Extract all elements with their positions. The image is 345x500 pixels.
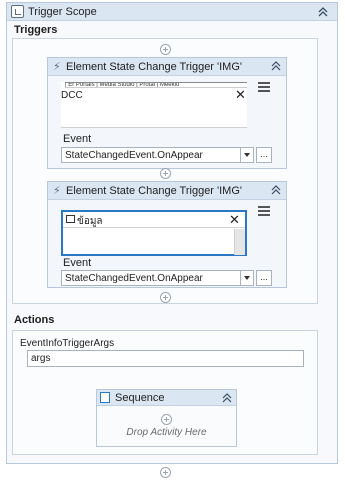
lightning-icon: ⚡ [53,185,61,197]
thumbnail-text: ข้อมูล [77,216,103,227]
event-browse-button[interactable]: ... [256,270,272,286]
collapse-icon[interactable] [221,391,233,405]
trigger-scope-icon [11,5,24,18]
event-label: Event [63,133,92,145]
add-activity-plus-icon[interactable] [161,414,172,425]
menu-icon[interactable] [258,206,270,216]
add-trigger-plus-icon[interactable] [160,292,171,303]
event-info-trigger-args-label: EventInfoTriggerArgs [20,338,115,349]
trigger-scope-title: Trigger Scope [28,6,97,18]
menu-icon[interactable] [258,82,270,92]
trigger-card-2[interactable]: ⚡ Element State Change Trigger 'IMG' ข้อ… [47,181,287,288]
sequence-title: Sequence [115,392,165,404]
lightning-icon: ⚡ [53,61,61,73]
drop-activity-placeholder: Drop Activity Here [126,427,207,438]
collapse-icon[interactable] [270,59,282,73]
thumbnail-close-icon: ✕ [235,87,246,102]
thumbnail-scrollbar [234,229,245,255]
thumbnail-tab-strip: | Er Portals | Media Studio | Protal | M… [65,82,247,88]
trigger-scope-header[interactable]: Trigger Scope [7,3,337,21]
actions-section-label: Actions [14,314,55,326]
element-screenshot-thumbnail: ข้อมูล ✕ [61,210,247,256]
trigger-card-header[interactable]: ⚡ Element State Change Trigger 'IMG' [48,58,286,76]
event-info-trigger-args-input[interactable]: args [27,350,304,367]
trigger-card-title: Element State Change Trigger 'IMG' [66,61,243,73]
trigger-card-1[interactable]: ⚡ Element State Change Trigger 'IMG' | E… [47,57,287,169]
event-select[interactable]: StateChangedEvent.OnAppear [61,270,241,286]
sequence-icon [100,392,110,403]
event-dropdown-arrow-icon[interactable] [240,270,254,286]
event-browse-button[interactable]: ... [256,147,272,163]
collapse-icon[interactable] [270,183,282,197]
sequence-header[interactable]: Sequence [97,390,236,406]
element-screenshot-thumbnail: | Er Portals | Media Studio | Protal | M… [61,82,247,128]
event-label: Event [63,257,92,269]
add-trigger-plus-icon[interactable] [160,168,171,179]
event-select[interactable]: StateChangedEvent.OnAppear [61,147,241,163]
thumbnail-title-bar: ข้อมูล ✕ [63,212,245,228]
trigger-card-title: Element State Change Trigger 'IMG' [66,185,243,197]
thumbnail-text: DCC [61,90,83,101]
scope-collapse-icon[interactable] [316,4,330,18]
add-trigger-plus-icon[interactable] [160,44,171,55]
event-dropdown-arrow-icon[interactable] [240,147,254,163]
thumbnail-close-icon: ✕ [229,212,240,227]
trigger-card-header[interactable]: ⚡ Element State Change Trigger 'IMG' [48,182,286,200]
triggers-section-label: Triggers [14,24,58,36]
folder-icon [66,215,75,223]
add-activity-plus-icon[interactable] [160,467,171,478]
sequence-activity[interactable]: Sequence Drop Activity Here [96,389,237,447]
